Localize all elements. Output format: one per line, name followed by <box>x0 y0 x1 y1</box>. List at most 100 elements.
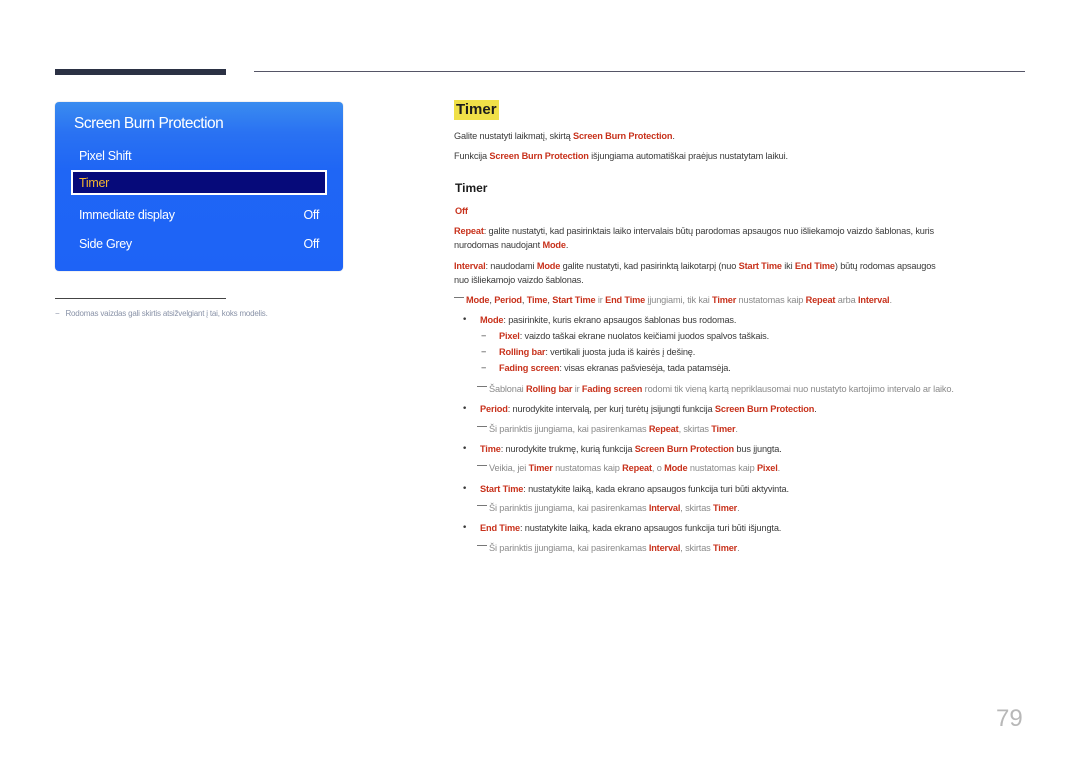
text: nustatomas kaip <box>736 295 806 305</box>
note-enable: Mode, Period, Time, Start Time ir End Ti… <box>454 295 892 305</box>
osd-item-label: Side Grey <box>79 237 132 251</box>
osd-item-pixel-shift: Pixel Shift <box>71 144 327 169</box>
interval-line-2: nuo išliekamojo vaizdo šablonas. <box>454 275 584 285</box>
term: Interval <box>857 295 890 305</box>
footnote-text: Rodomas vaizdas gali skirtis atsižvelgia… <box>65 309 268 318</box>
osd-item-value: Off <box>303 208 319 222</box>
term: Interval <box>648 543 681 553</box>
text: iki <box>781 261 795 271</box>
text: : nustatykite laiką, kada ekrano apsaugo… <box>523 484 789 494</box>
text: Ši parinktis įjungiama, kai pasirenkamas <box>489 424 649 434</box>
note-icon <box>477 386 487 387</box>
note-period: Ši parinktis įjungiama, kai pasirenkamas… <box>477 424 738 434</box>
term: End Time <box>794 261 835 271</box>
dash-icon: − <box>481 363 487 373</box>
text: Galite nustatyti laikmatį, skirtą <box>454 131 573 141</box>
section-title: Timer <box>454 100 499 120</box>
osd-menu: Screen Burn Protection Pixel Shift Timer… <box>55 102 343 271</box>
bullet-icon: • <box>462 444 468 454</box>
term: Start Time <box>738 261 782 271</box>
dash-icon: − <box>481 331 487 341</box>
subsection-title: Timer <box>455 181 488 195</box>
dash-icon: − <box>55 309 60 318</box>
note-patterns: Šablonai Rolling bar ir Fading screen ro… <box>477 384 954 394</box>
term: Interval <box>454 261 486 271</box>
term: Mode <box>664 463 688 473</box>
text: Ši parinktis įjungiama, kai pasirenkamas <box>489 503 649 513</box>
term: Time <box>480 444 501 454</box>
text: . <box>735 424 738 434</box>
text: Funkcija <box>454 151 490 161</box>
term: Start Time <box>480 484 524 494</box>
option-off: Off <box>455 206 468 216</box>
header-rule-thick <box>55 69 226 75</box>
period-line: Period: nurodykite intervalą, per kurį t… <box>480 404 817 414</box>
mode-line: Mode: pasirinkite, kuris ekrano apsaugos… <box>480 315 736 325</box>
text: nustatomas kaip <box>687 463 757 473</box>
term: Timer <box>713 543 738 553</box>
term: Pixel <box>756 463 778 473</box>
term: Repeat <box>454 226 484 236</box>
text: : pasirinkite, kuris ekrano apsaugos šab… <box>503 315 737 325</box>
osd-item-value: Off <box>303 237 319 251</box>
text: : galite nustatyti, kad pasirinktais lai… <box>483 226 934 236</box>
osd-menu-title: Screen Burn Protection <box>74 115 224 132</box>
osd-item-label: Timer <box>79 176 109 190</box>
term: Time <box>526 295 548 305</box>
bullet-icon: • <box>462 523 468 533</box>
text: ir <box>572 384 582 394</box>
text: įjungiami, tik kai <box>645 295 713 305</box>
bullet-icon: • <box>462 315 468 325</box>
text: Šablonai <box>489 384 526 394</box>
time-line: Time: nurodykite trukmę, kurią funkcija … <box>480 444 782 454</box>
bullet-icon: • <box>462 484 468 494</box>
text: galite nustatyti, kad pasirinktą laikota… <box>560 261 739 271</box>
text: . <box>777 463 781 473</box>
term: Timer <box>711 424 736 434</box>
text: bus įjungta. <box>734 444 782 454</box>
text: nuo išliekamojo vaizdo šablonas. <box>454 275 584 285</box>
term: Mode <box>542 240 566 250</box>
term: Period <box>480 404 508 414</box>
term: Timer <box>528 463 553 473</box>
text: išjungiama automatiškai praėjus nustatyt… <box>588 151 788 161</box>
term: Fading screen <box>581 384 643 394</box>
note-icon <box>477 505 487 506</box>
term: Screen Burn Protection <box>572 131 673 141</box>
note-icon <box>454 297 464 298</box>
term: Repeat <box>622 463 652 473</box>
term: Pixel <box>499 331 520 341</box>
term: Interval <box>648 503 681 513</box>
dash-icon: − <box>481 347 487 357</box>
text: Ši parinktis įjungiama, kai pasirenkamas <box>489 543 649 553</box>
term: Fading screen <box>499 363 560 373</box>
text: , skirtas <box>680 503 713 513</box>
note-icon <box>477 465 487 466</box>
header-rule-thin <box>254 71 1025 72</box>
mode-option-fading-screen: − Fading screen: visas ekranas pašviesėja… <box>481 363 731 373</box>
osd-item-immediate-display: Immediate display Off <box>71 203 327 228</box>
text: : naudodami <box>485 261 537 271</box>
text: . <box>814 404 817 414</box>
term: End Time <box>605 295 646 305</box>
term: Start Time <box>552 295 596 305</box>
note-end-time: Ši parinktis įjungiama, kai pasirenkamas… <box>477 543 740 553</box>
note-icon <box>477 426 487 427</box>
term: End Time <box>480 523 520 533</box>
repeat-line-2: nurodomas naudojant Mode. <box>454 240 568 250</box>
text: , skirtas <box>680 543 713 553</box>
text: ) būtų rodomas apsaugos <box>834 261 936 271</box>
text: . <box>565 240 569 250</box>
text: . <box>737 503 740 513</box>
text: : nurodykite trukmę, kurią funkcija <box>500 444 635 454</box>
text: : visas ekranas pašviesėja, tada patamsė… <box>559 363 731 373</box>
text: rodomi tik vieną kartą nepriklausomai nu… <box>642 384 954 394</box>
mode-option-pixel: − Pixel: vaizdo taškai ekrane nuolatos ke… <box>481 331 769 341</box>
start-time-line: Start Time: nustatykite laiką, kada ekra… <box>480 484 789 494</box>
term: Repeat <box>648 424 679 434</box>
intro-line-1: Galite nustatyti laikmatį, skirtą Screen… <box>454 131 675 141</box>
text: : nustatykite laiką, kada ekrano apsaugo… <box>519 523 782 533</box>
term: Repeat <box>805 295 836 305</box>
note-start-time: Ši parinktis įjungiama, kai pasirenkamas… <box>477 503 740 513</box>
osd-item-label: Pixel Shift <box>79 149 132 163</box>
